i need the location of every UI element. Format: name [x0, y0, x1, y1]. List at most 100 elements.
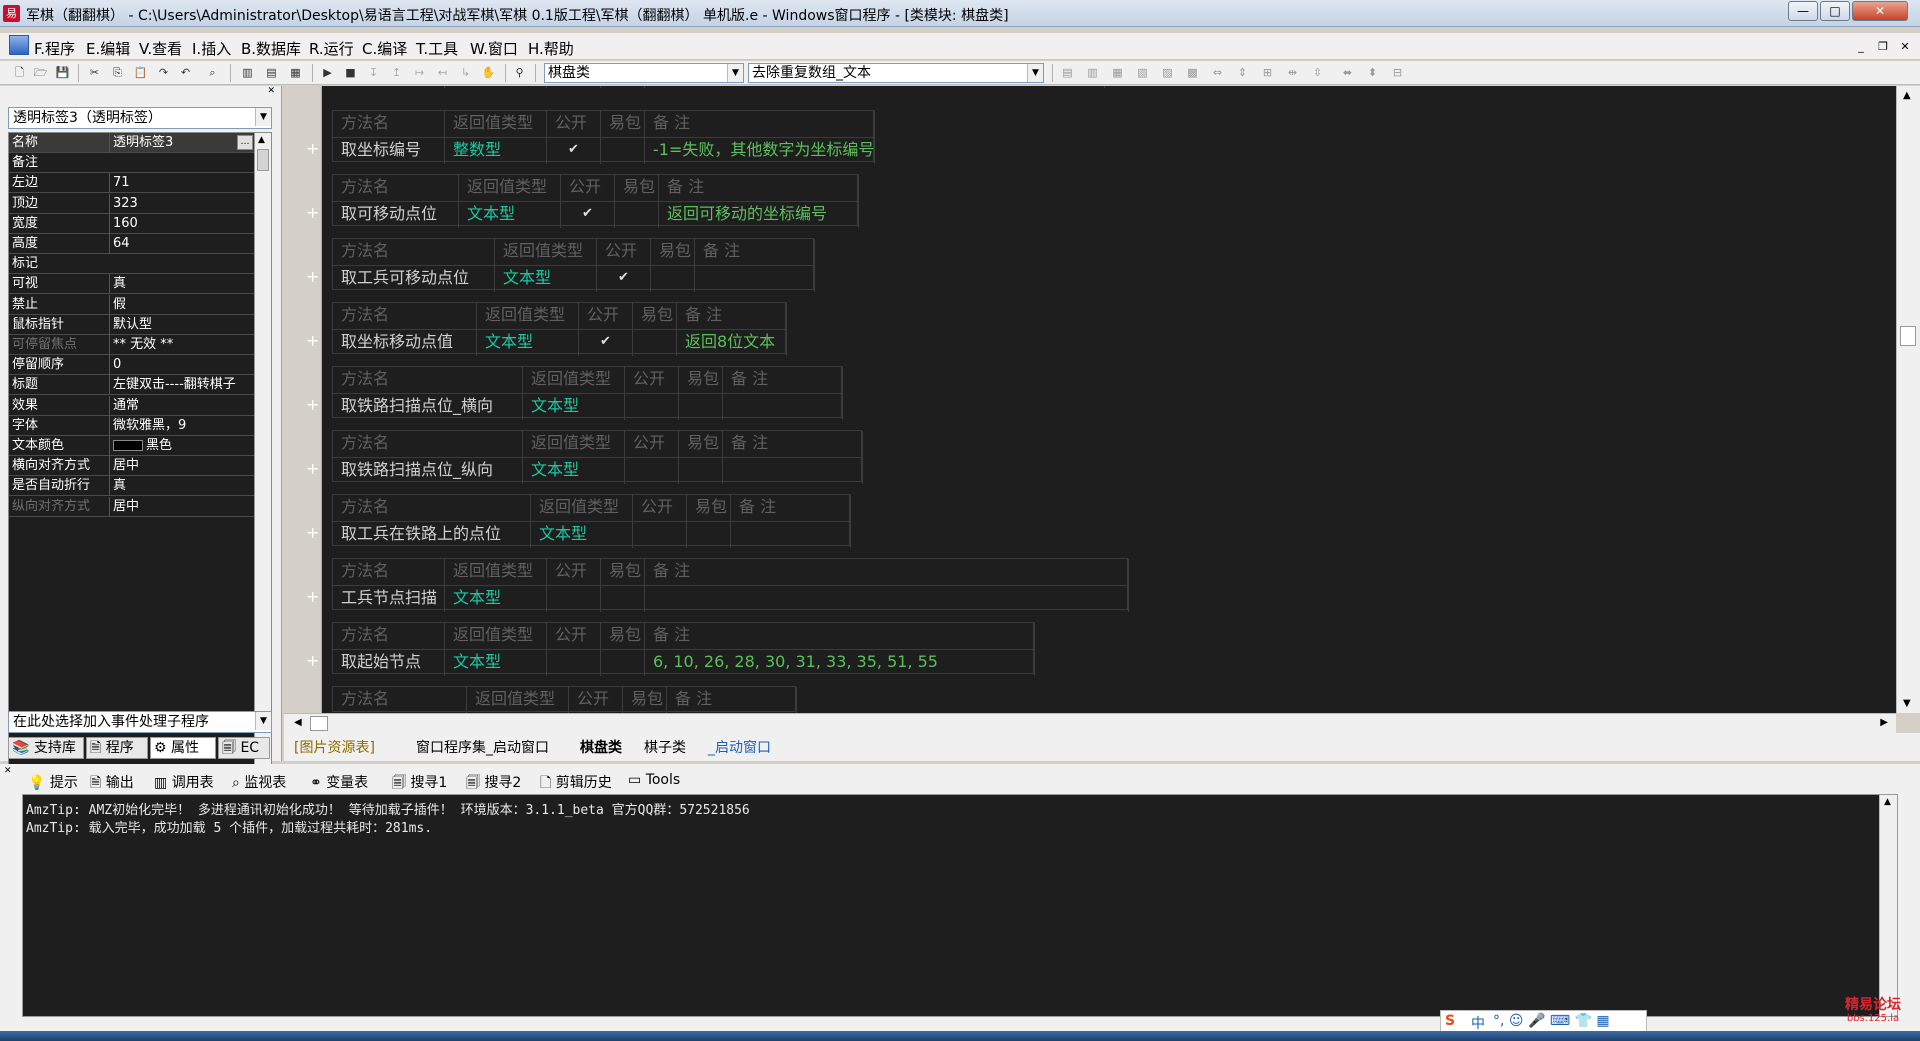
- tab-search-2[interactable]: 🗐 搜寻2: [466, 772, 521, 796]
- method-public-cell[interactable]: [547, 650, 601, 676]
- redo-icon[interactable]: ↷: [156, 65, 171, 80]
- method-easy-cell[interactable]: [651, 266, 695, 292]
- method-row[interactable]: 取铁路扫描点位_横向 文本型: [333, 393, 843, 420]
- property-row[interactable]: 字体 微软雅黑，9: [9, 415, 255, 436]
- method-public-cell[interactable]: [633, 522, 687, 548]
- scroll-thumb[interactable]: [310, 716, 328, 731]
- method-note-cell[interactable]: [695, 266, 815, 292]
- method-public-cell[interactable]: ✔: [547, 86, 601, 88]
- property-value[interactable]: 黑色: [109, 436, 254, 456]
- scroll-up-icon[interactable]: ▲: [258, 135, 265, 145]
- method-public-cell[interactable]: ✔: [547, 138, 601, 164]
- property-value[interactable]: 透明标签3: [109, 133, 254, 153]
- method-easy-cell[interactable]: [601, 138, 645, 164]
- method-easy-cell[interactable]: [679, 458, 723, 484]
- method-public-cell[interactable]: ✔: [597, 266, 651, 292]
- layout-icon-2[interactable]: ▤: [264, 65, 279, 80]
- binoculars-icon[interactable]: ⚲: [512, 65, 527, 80]
- hand-icon[interactable]: ✋: [481, 65, 496, 80]
- tab-clip-history[interactable]: 🗋 剪辑历史: [540, 772, 612, 796]
- scroll-down-icon[interactable]: ▼: [1903, 698, 1911, 709]
- editor-horizontal-scrollbar[interactable]: ◀ ▶: [284, 713, 1896, 733]
- method-note-cell[interactable]: 返回可移动的坐标编号: [659, 202, 859, 228]
- panel-close-icon[interactable]: ✕: [267, 86, 275, 96]
- tab-tips[interactable]: 💡 提示: [28, 772, 78, 792]
- property-row[interactable]: 可停留焦点 ** 无效 **: [9, 335, 255, 355]
- method-row[interactable]: 取可移动点位 文本型 ✔ 返回可移动的坐标编号: [333, 201, 859, 228]
- layout-icon-1[interactable]: ▥: [240, 65, 255, 80]
- property-row[interactable]: 横向对齐方式 居中: [9, 456, 255, 477]
- method-easy-cell[interactable]: [633, 330, 677, 356]
- scroll-left-icon[interactable]: ◀: [294, 717, 302, 728]
- sogou-logo-icon[interactable]: S: [1445, 1013, 1455, 1029]
- chevron-down-icon[interactable]: ▼: [727, 64, 743, 82]
- ime-language[interactable]: 中: [1471, 1013, 1485, 1033]
- property-value[interactable]: 居中: [109, 496, 254, 517]
- method-note-cell[interactable]: -1=未取到、1=行营、2=大本营、3=铁路、4=公路: [645, 86, 1105, 88]
- method-row[interactable]: 取工兵可移动点位 文本型 ✔: [333, 265, 815, 292]
- step-icon-4[interactable]: ↤: [435, 65, 450, 80]
- method-row[interactable]: 取坐标类型整数型✔ -1=未取到、1=行营、2=大本营、3=铁路、4=公路: [333, 86, 1105, 88]
- minimize-button[interactable]: —: [1788, 1, 1818, 21]
- method-name-cell[interactable]: 取工兵在铁路上的点位: [333, 522, 531, 548]
- same-width-icon[interactable]: ⇔: [1210, 65, 1225, 80]
- property-row[interactable]: 是否自动折行 真: [9, 476, 255, 497]
- stop-icon[interactable]: ■: [343, 65, 358, 80]
- v-spacing-icon[interactable]: ⇳: [1310, 65, 1325, 80]
- property-value[interactable]: 71: [109, 173, 254, 194]
- method-public-cell[interactable]: [625, 458, 679, 484]
- method-type-cell[interactable]: 文本型: [523, 458, 625, 484]
- step-icon-1[interactable]: ↧: [366, 65, 381, 80]
- property-value[interactable]: 通常: [109, 395, 254, 416]
- method-type-cell[interactable]: 文本型: [445, 650, 547, 676]
- chevron-down-icon[interactable]: ▼: [255, 712, 271, 730]
- expand-plus-icon[interactable]: +: [306, 460, 319, 478]
- method-select[interactable]: 去除重复数组_文本 ▼: [748, 63, 1044, 83]
- event-select[interactable]: 在此处选择加入事件处理子程序 ▼: [8, 711, 272, 733]
- property-value[interactable]: 微软雅黑，9: [109, 415, 254, 436]
- chevron-down-icon[interactable]: ▼: [255, 108, 271, 126]
- tab-support-library[interactable]: 📚 支持库: [8, 737, 84, 759]
- copy-icon[interactable]: ⎘: [110, 65, 125, 80]
- ime-tool-icons[interactable]: °, ☺ 🎤 ⌨ 👕 ▦: [1493, 1013, 1610, 1029]
- menu-view[interactable]: V.查看: [139, 38, 182, 59]
- property-row[interactable]: 备注: [9, 153, 255, 174]
- align-left-icon[interactable]: ▤: [1060, 65, 1075, 80]
- open-folder-icon[interactable]: 🗁: [33, 65, 48, 80]
- tab-start-window[interactable]: _启动窗口: [708, 737, 771, 757]
- method-row[interactable]: 取工兵在铁路上的点位 文本型: [333, 521, 851, 548]
- method-row[interactable]: 取坐标移动点值 文本型 ✔ 返回8位文本: [333, 329, 787, 356]
- menu-insert[interactable]: I.插入: [192, 38, 231, 59]
- tab-program[interactable]: 🗎 程序: [86, 737, 148, 759]
- code-editor[interactable]: ++++++++++ 取坐标类型整数型✔-1=未取到、1=行营、2=大本营、3=…: [284, 86, 1920, 713]
- h-spacing-icon[interactable]: ⇹: [1285, 65, 1300, 80]
- property-row[interactable]: 禁止 假: [9, 294, 255, 315]
- property-value[interactable]: 默认型: [109, 314, 254, 335]
- method-name-cell[interactable]: 取起始节点: [333, 650, 445, 676]
- method-easy-cell[interactable]: [601, 86, 645, 88]
- tab-image-resources[interactable]: [图片资源表]: [294, 737, 375, 757]
- method-note-cell[interactable]: -1=失败，其他数字为坐标编号: [645, 138, 875, 164]
- property-row[interactable]: 宽度 160: [9, 213, 255, 234]
- property-value[interactable]: 假: [109, 294, 254, 315]
- paste-icon[interactable]: 📋: [133, 65, 148, 80]
- property-row[interactable]: 效果 通常: [9, 395, 255, 416]
- method-note-cell[interactable]: [645, 586, 1129, 612]
- tab-board-class[interactable]: 棋盘类: [580, 737, 622, 757]
- method-row[interactable]: 取铁路扫描点位_纵向 文本型: [333, 457, 863, 484]
- output-scrollbar[interactable]: ▲: [1879, 795, 1897, 1016]
- editor-vertical-scrollbar[interactable]: ▲ ▼: [1896, 86, 1920, 713]
- property-value[interactable]: ** 无效 **: [109, 335, 254, 355]
- scroll-thumb[interactable]: [257, 149, 269, 171]
- mdi-minimize-button[interactable]: _: [1852, 39, 1870, 54]
- tab-tools[interactable]: ▭ Tools: [628, 772, 680, 788]
- property-value[interactable]: 64: [109, 234, 254, 254]
- expand-plus-icon[interactable]: +: [306, 588, 319, 606]
- property-row[interactable]: 高度 64: [9, 234, 255, 254]
- property-row[interactable]: 纵向对齐方式 居中: [9, 496, 255, 517]
- mdi-restore-button[interactable]: ❐: [1874, 39, 1892, 54]
- method-name-cell[interactable]: 取可移动点位: [333, 202, 459, 228]
- method-public-cell[interactable]: ✔: [561, 202, 615, 228]
- center-h-icon[interactable]: ⬌: [1340, 65, 1355, 80]
- scroll-right-icon[interactable]: ▶: [1880, 717, 1888, 728]
